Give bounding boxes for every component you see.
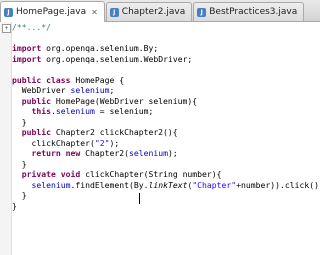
code-keyword: return new [12, 148, 81, 158]
code-text: ; [109, 85, 115, 95]
code-text: org.openqa.selenium.WebDriver; [41, 53, 193, 64]
code-text: HomePage { [70, 74, 125, 85]
code-line: import org.openqa.selenium.By; [12, 43, 320, 54]
java-file-icon: J [109, 7, 119, 17]
code-text: clickChapter( [12, 137, 95, 148]
tab-label: BestPractices3.java [209, 7, 298, 17]
code-text: clickChapter(String number){ [80, 169, 222, 179]
code-keyword: import [12, 43, 42, 53]
code-line: WebDriver selenium; [12, 85, 320, 96]
fold-expand-icon[interactable]: + [2, 24, 11, 33]
code-text: } [12, 200, 17, 211]
code-line: public class HomePage { [12, 75, 320, 86]
code-text: org.openqa.selenium.By; [41, 43, 159, 53]
code-line: public HomePage(WebDriver selenium){ [12, 96, 320, 107]
code-text: Chapter2( [80, 148, 129, 158]
code-text: = selenium; [94, 106, 154, 116]
tab-homepage-java[interactable]: J HomePage.java ✕ [0, 1, 105, 22]
code-text: } [12, 190, 27, 200]
code-text: +number)).click(); [236, 179, 320, 190]
code-line: } [12, 190, 320, 201]
code-line: } [12, 201, 320, 212]
text-cursor [139, 193, 140, 204]
code-text: ); [109, 137, 120, 148]
code-line: import org.openqa.selenium.WebDriver; [12, 54, 320, 65]
code-text: Chapter2 clickChapter2(){ [50, 127, 178, 137]
tab-chapter2-java[interactable]: J Chapter2.java [105, 2, 193, 21]
code-field: selenium [128, 148, 168, 158]
code-line: return new Chapter2(selenium); [12, 148, 320, 159]
code-static-method: linkText [148, 179, 188, 190]
code-text: } [12, 158, 27, 169]
code-keyword: import [12, 53, 42, 64]
tab-label: HomePage.java [16, 7, 87, 17]
code-line: public Chapter2 clickChapter2(){ [12, 127, 320, 138]
code-keyword: public class [12, 74, 71, 85]
code-text: ); [167, 148, 178, 158]
code-field: selenium [55, 106, 95, 116]
code-keyword: private void [12, 169, 81, 179]
java-file-icon: J [4, 7, 13, 17]
editor-tab-bar: J HomePage.java ✕ J Chapter2.java J Best… [0, 0, 320, 22]
code-line: clickChapter("2"); [12, 138, 320, 149]
code-line: /**...*/ [12, 22, 320, 33]
code-keyword: public [12, 127, 51, 137]
code-text: WebDriver [12, 85, 71, 95]
code-line: private void clickChapter(String number)… [12, 169, 320, 180]
close-icon[interactable]: ✕ [91, 8, 98, 17]
code-text: HomePage(WebDriver selenium){ [50, 95, 198, 106]
tab-label: Chapter2.java [121, 7, 186, 17]
code-string: "2" [94, 137, 110, 148]
code-string: "Chapter" [192, 179, 237, 190]
java-file-icon: J [197, 7, 207, 17]
code-keyword: this [12, 106, 51, 116]
code-text: .findElement(By. [70, 179, 149, 190]
tab-bestpractices3-java[interactable]: J BestPractices3.java [193, 2, 305, 21]
code-comment: /**...*/ [12, 22, 51, 32]
code-line: } [12, 159, 320, 170]
editor-gutter[interactable]: + [0, 22, 12, 255]
code-keyword: public [12, 95, 51, 106]
code-editor[interactable]: /**...*/ import org.openqa.selenium.By; … [12, 22, 320, 255]
code-text: } [12, 116, 27, 127]
code-field: selenium [70, 85, 110, 95]
code-line: this.selenium = selenium; [12, 106, 320, 117]
code-line: } [12, 117, 320, 128]
code-field: selenium [31, 179, 71, 190]
code-line: selenium.findElement(By.linkText("Chapte… [12, 180, 320, 191]
